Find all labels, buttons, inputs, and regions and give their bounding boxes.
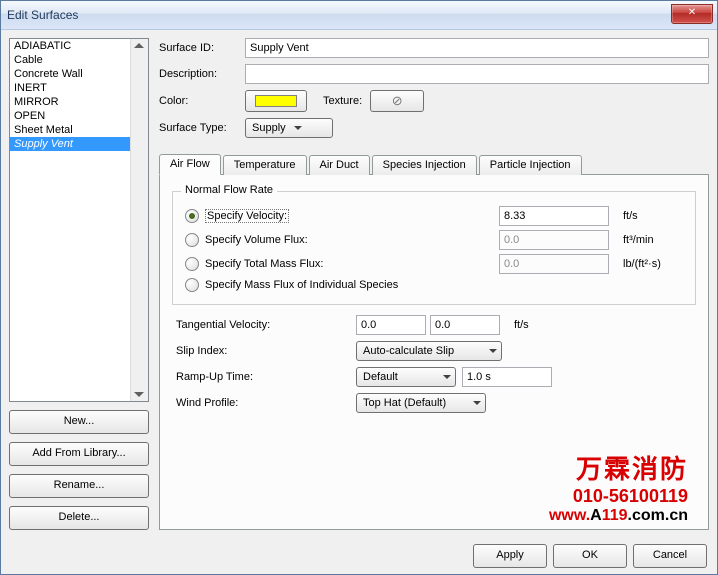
cancel-button[interactable]: Cancel (633, 544, 707, 568)
apply-button[interactable]: Apply (473, 544, 547, 568)
wind-profile-label: Wind Profile: (172, 397, 356, 409)
list-item[interactable]: INERT (10, 81, 148, 95)
radio-total-mass-flux-label: Specify Total Mass Flux: (205, 258, 370, 270)
total-mass-flux-unit: lb/(ft²·s) (623, 258, 683, 270)
description-input[interactable] (245, 64, 709, 84)
window-title: Edit Surfaces (7, 8, 78, 22)
radio-total-mass-flux[interactable] (185, 257, 199, 271)
radio-volume-flux-label: Specify Volume Flux: (205, 234, 370, 246)
radio-species-mass-flux-label: Specify Mass Flux of Individual Species (205, 279, 398, 291)
velocity-input[interactable] (499, 206, 609, 226)
slip-index-select[interactable]: Auto-calculate Slip (356, 341, 502, 361)
tangential-velocity-1-input[interactable] (356, 315, 426, 335)
chevron-down-icon (473, 401, 481, 405)
list-item[interactable]: MIRROR (10, 95, 148, 109)
ok-button[interactable]: OK (553, 544, 627, 568)
close-icon: ✕ (688, 7, 696, 18)
wind-profile-select[interactable]: Top Hat (Default) (356, 393, 486, 413)
surface-id-label: Surface ID: (159, 42, 245, 54)
delete-button[interactable]: Delete... (9, 506, 149, 530)
radio-velocity[interactable] (185, 209, 199, 223)
list-item[interactable]: Cable (10, 53, 148, 67)
color-button[interactable] (245, 90, 307, 112)
tab-panel-air-flow: Normal Flow Rate Specify Velocity: ft/s … (159, 174, 709, 530)
scrollbar[interactable] (130, 39, 148, 401)
tab-particle-injection[interactable]: Particle Injection (479, 155, 582, 175)
surface-id-input[interactable] (245, 38, 709, 58)
tangential-velocity-2-input[interactable] (430, 315, 500, 335)
chevron-down-icon (443, 375, 451, 379)
list-item[interactable]: ADIABATIC (10, 39, 148, 53)
rename-button[interactable]: Rename... (9, 474, 149, 498)
surface-list[interactable]: ADIABATIC Cable Concrete Wall INERT MIRR… (9, 38, 149, 402)
no-texture-icon: ⊘ (392, 93, 403, 109)
group-title: Normal Flow Rate (181, 184, 277, 196)
add-from-library-button[interactable]: Add From Library... (9, 442, 149, 466)
normal-flow-rate-group: Normal Flow Rate Specify Velocity: ft/s … (172, 191, 696, 305)
tab-strip: Air Flow Temperature Air Duct Species In… (159, 154, 709, 174)
description-label: Description: (159, 68, 245, 80)
surface-type-select[interactable]: Supply (245, 118, 333, 138)
color-swatch-icon (255, 95, 297, 107)
slip-index-label: Slip Index: (172, 345, 356, 357)
radio-species-mass-flux[interactable] (185, 278, 199, 292)
list-item[interactable]: Sheet Metal (10, 123, 148, 137)
chevron-down-icon (489, 349, 497, 353)
ramp-up-time-input[interactable] (462, 367, 552, 387)
new-button[interactable]: New... (9, 410, 149, 434)
volume-flux-unit: ft³/min (623, 234, 683, 246)
chevron-down-icon (294, 126, 302, 130)
surface-type-label: Surface Type: (159, 122, 245, 134)
color-label: Color: (159, 95, 245, 107)
list-item[interactable]: OPEN (10, 109, 148, 123)
ramp-up-time-select[interactable]: Default (356, 367, 456, 387)
velocity-unit: ft/s (623, 210, 683, 222)
watermark: 万霖消防 010-56100119 www.A119.com.cn (549, 449, 688, 525)
ramp-up-time-label: Ramp-Up Time: (172, 371, 356, 383)
radio-volume-flux[interactable] (185, 233, 199, 247)
list-item-selected[interactable]: Supply Vent (10, 137, 148, 151)
tab-species-injection[interactable]: Species Injection (372, 155, 477, 175)
total-mass-flux-input (499, 254, 609, 274)
list-item[interactable]: Concrete Wall (10, 67, 148, 81)
tab-air-flow[interactable]: Air Flow (159, 154, 221, 175)
tab-air-duct[interactable]: Air Duct (309, 155, 370, 175)
texture-button[interactable]: ⊘ (370, 90, 424, 112)
close-button[interactable]: ✕ (671, 4, 713, 24)
tab-temperature[interactable]: Temperature (223, 155, 307, 175)
tangential-velocity-label: Tangential Velocity: (172, 319, 356, 331)
texture-label: Texture: (323, 95, 362, 107)
radio-velocity-label: Specify Velocity: (205, 209, 289, 223)
volume-flux-input (499, 230, 609, 250)
tangential-velocity-unit: ft/s (514, 319, 574, 331)
